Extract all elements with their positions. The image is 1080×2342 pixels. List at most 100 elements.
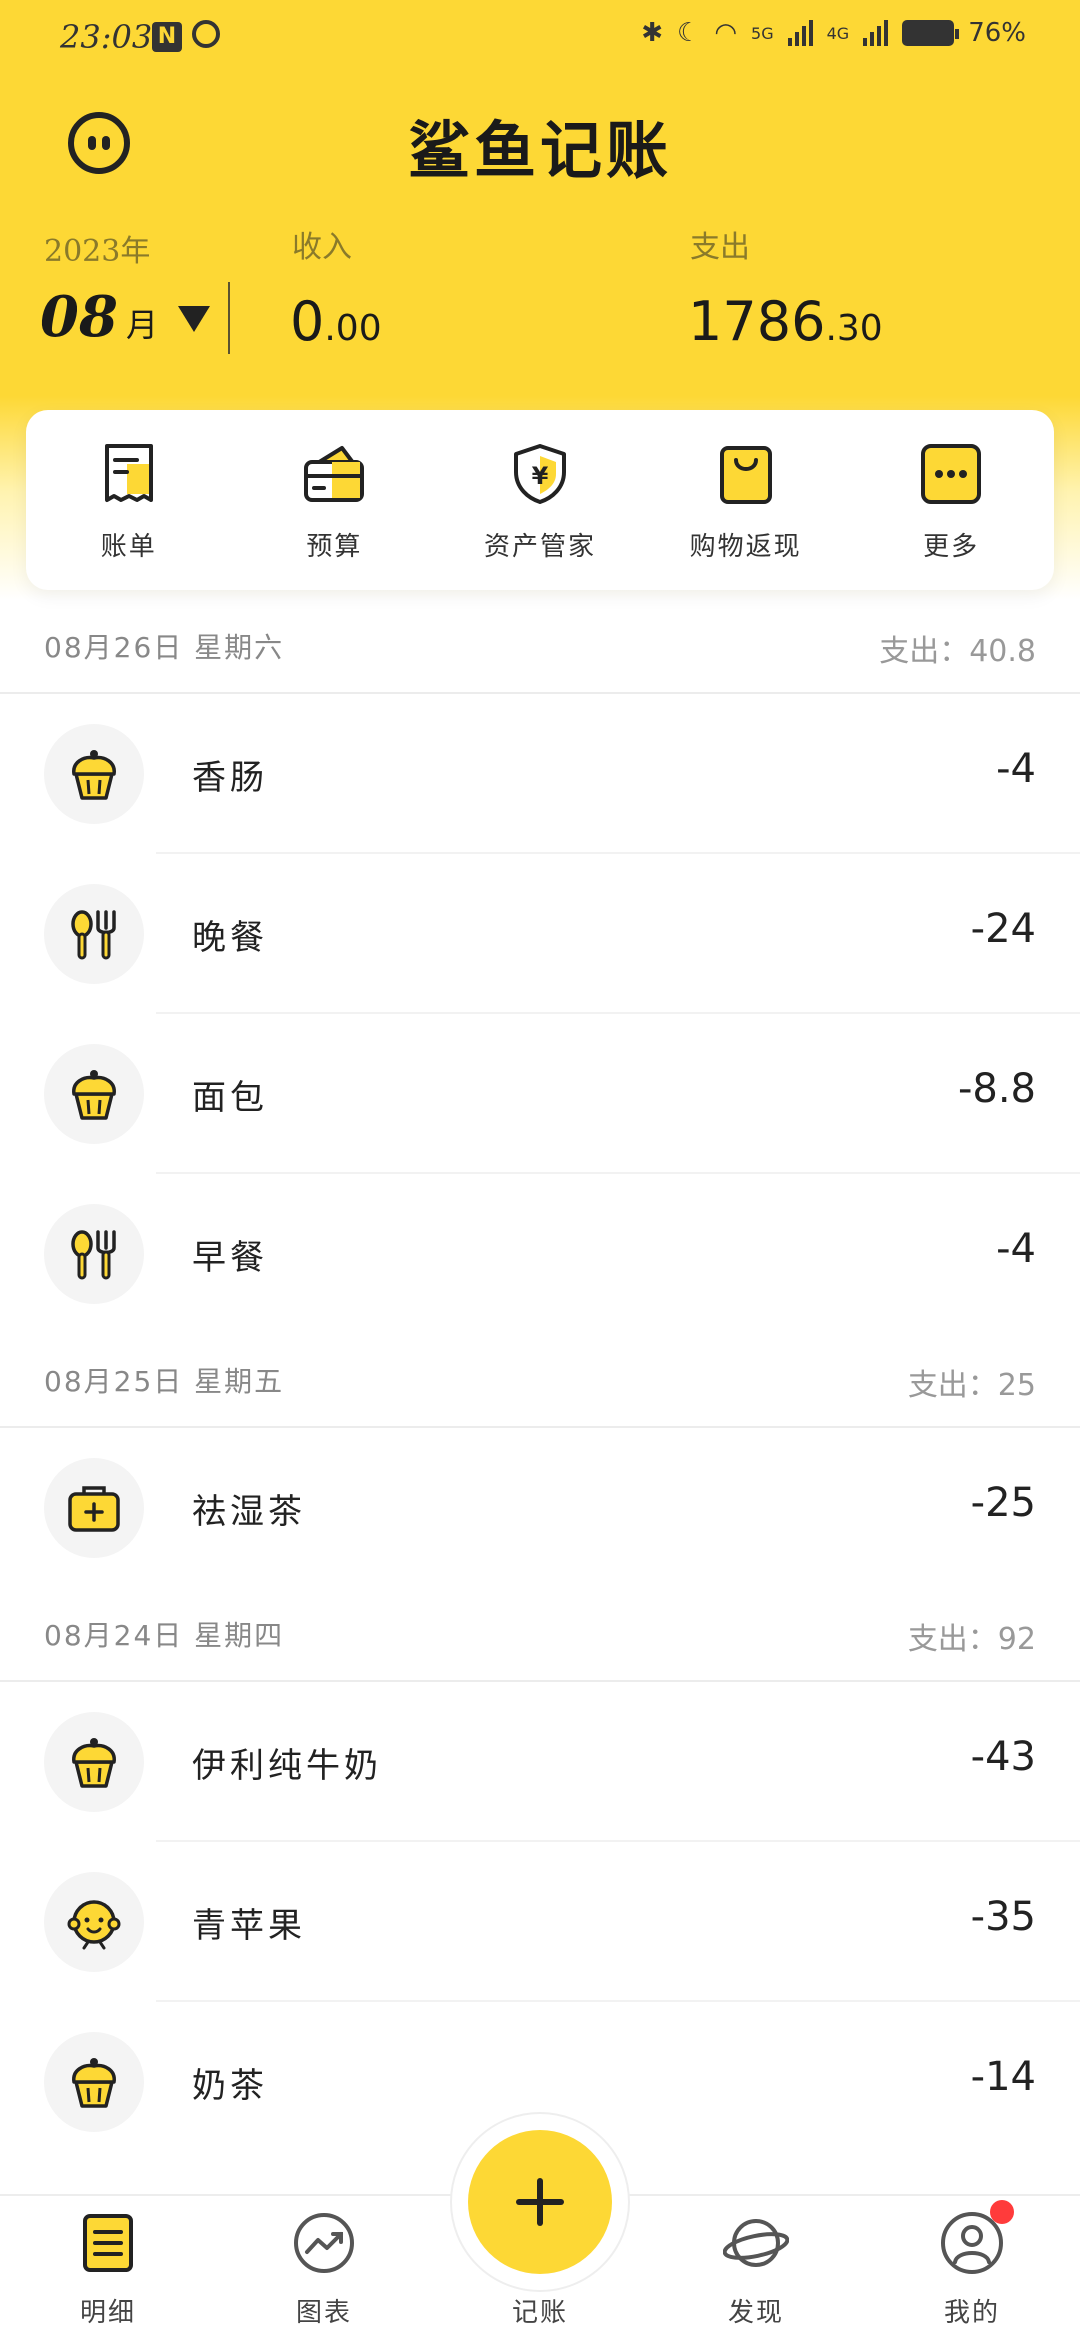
- category-icon-wrap: [44, 884, 144, 984]
- quick-action-assets[interactable]: ¥ 资产管家: [437, 410, 643, 590]
- item-amount: -24: [970, 906, 1036, 952]
- expense-decimal: .30: [825, 308, 883, 349]
- transaction-list: 08月26日 星期六 支出：40.8 香肠 -4 晚餐 -24 面包 -8.8 …: [0, 600, 1080, 2162]
- day-date: 08月25日 星期五: [44, 1365, 285, 1398]
- baby-face-icon: [67, 1900, 121, 1950]
- item-amount: -14: [970, 2054, 1036, 2100]
- moon-icon: ☾: [677, 18, 701, 48]
- transaction-row[interactable]: 青苹果 -35: [0, 1842, 1080, 2002]
- transaction-row[interactable]: 面包 -8.8: [0, 1014, 1080, 1174]
- transaction-row[interactable]: 祛湿茶 -25: [0, 1428, 1080, 1588]
- nav-label: 发现: [727, 2298, 784, 2328]
- day-total: 支出：92: [907, 1622, 1036, 1657]
- signal-bars-icon: [787, 20, 813, 46]
- nav-discover[interactable]: 发现: [648, 2196, 864, 2342]
- expense-label: 支出: [690, 230, 750, 265]
- category-icon-wrap: [44, 1872, 144, 1972]
- item-name: 早餐: [192, 1238, 268, 1278]
- battery-icon: [902, 20, 960, 46]
- income-decimal: .00: [324, 308, 382, 349]
- item-name: 伊利纯牛奶: [192, 1746, 382, 1786]
- transaction-row[interactable]: 伊利纯牛奶 -43: [0, 1682, 1080, 1842]
- status-time: 23:03: [60, 18, 153, 56]
- item-name: 晚餐: [192, 918, 268, 958]
- item-name: 祛湿茶: [192, 1492, 306, 1532]
- day-total: 支出：40.8: [879, 634, 1036, 669]
- income-integer: 0: [290, 290, 325, 353]
- item-name: 奶茶: [192, 2066, 268, 2106]
- add-record-button[interactable]: [468, 2130, 612, 2274]
- income-label: 收入: [292, 230, 352, 265]
- signal-4g-label: 4G: [826, 23, 850, 43]
- nav-label: 记账: [511, 2298, 568, 2328]
- bill-icon: [104, 444, 153, 502]
- quick-action-bill[interactable]: 账单: [26, 410, 232, 590]
- notification-badge: [990, 2200, 1014, 2224]
- more-icon: [921, 444, 982, 504]
- category-icon-wrap: [44, 724, 144, 824]
- item-amount: -4: [996, 1226, 1036, 1272]
- category-icon-wrap: [44, 1712, 144, 1812]
- medical-kit-icon: [68, 1486, 120, 1532]
- quick-action-label: 账单: [100, 532, 157, 562]
- wallet-icon: [304, 446, 365, 502]
- category-icon-wrap: [44, 1204, 144, 1304]
- item-name: 香肠: [192, 758, 268, 798]
- nav-label: 明细: [79, 2298, 136, 2328]
- cupcake-icon: [72, 2056, 116, 2108]
- app-title: 鲨鱼记账: [407, 114, 672, 187]
- item-amount: -25: [970, 1480, 1036, 1526]
- transaction-row[interactable]: 香肠 -4: [0, 694, 1080, 854]
- item-name: 面包: [192, 1078, 268, 1118]
- nfc-icon: N: [152, 22, 182, 52]
- income-value: 0.00: [290, 290, 382, 353]
- bluetooth-icon: ✱: [641, 18, 664, 48]
- cupcake-icon: [72, 748, 116, 800]
- summary-divider: [228, 282, 230, 354]
- item-amount: -43: [970, 1734, 1036, 1780]
- quick-action-label: 资产管家: [483, 532, 596, 562]
- day-header: 08月26日 星期六 支出：40.8: [0, 600, 1080, 694]
- status-right: ✱ ☾ ◠ 5G 4G 76%: [641, 18, 1026, 48]
- planet-icon: [723, 2219, 789, 2267]
- quick-action-label: 购物返现: [689, 532, 802, 562]
- day-header: 08月25日 星期五 支出：25: [0, 1334, 1080, 1428]
- item-amount: -35: [970, 1894, 1036, 1940]
- detail-list-icon: [83, 2214, 133, 2272]
- quick-actions-card: 账单 预算 ¥ 资产管家 购物返现 更多: [26, 410, 1054, 590]
- category-icon-wrap: [44, 1458, 144, 1558]
- caret-down-icon: [177, 306, 210, 332]
- shopping-bag-icon: [719, 446, 772, 504]
- chart-trend-icon: [294, 2213, 354, 2273]
- signal-5g-label: 5G: [751, 23, 774, 43]
- day-date: 08月26日 星期六: [44, 631, 285, 664]
- svg-text:¥: ¥: [532, 462, 549, 490]
- month-unit: 月: [125, 306, 158, 344]
- shield-yen-icon: ¥: [513, 444, 566, 504]
- day-total: 支出：25: [907, 1368, 1036, 1403]
- transaction-row[interactable]: 早餐 -4: [0, 1174, 1080, 1334]
- day-date: 08月24日 星期四: [44, 1619, 285, 1652]
- item-amount: -4: [996, 746, 1036, 792]
- quick-action-label: 预算: [306, 532, 363, 562]
- spoon-fork-icon: [71, 910, 116, 960]
- quick-action-budget[interactable]: 预算: [232, 410, 438, 590]
- month-selector[interactable]: 08 月: [40, 284, 210, 350]
- item-name: 青苹果: [192, 1906, 306, 1946]
- cupcake-icon: [72, 1736, 116, 1788]
- alarm-icon: [192, 20, 220, 48]
- day-header: 08月24日 星期四 支出：92: [0, 1588, 1080, 1682]
- wifi-icon: ◠: [714, 18, 738, 48]
- month-number: 08: [40, 284, 118, 350]
- nav-detail[interactable]: 明细: [0, 2196, 216, 2342]
- battery-percent: 76%: [968, 18, 1026, 48]
- spoon-fork-icon: [71, 1230, 116, 1280]
- quick-action-cashback[interactable]: 购物返现: [643, 410, 849, 590]
- year-label[interactable]: 2023年: [44, 226, 150, 270]
- expense-value: 1786.30: [688, 290, 883, 353]
- nav-chart[interactable]: 图表: [216, 2196, 432, 2342]
- transaction-row[interactable]: 晚餐 -24: [0, 854, 1080, 1014]
- quick-action-more[interactable]: 更多: [848, 410, 1054, 590]
- nav-mine[interactable]: 我的: [864, 2196, 1080, 2342]
- category-icon-wrap: [44, 1044, 144, 1144]
